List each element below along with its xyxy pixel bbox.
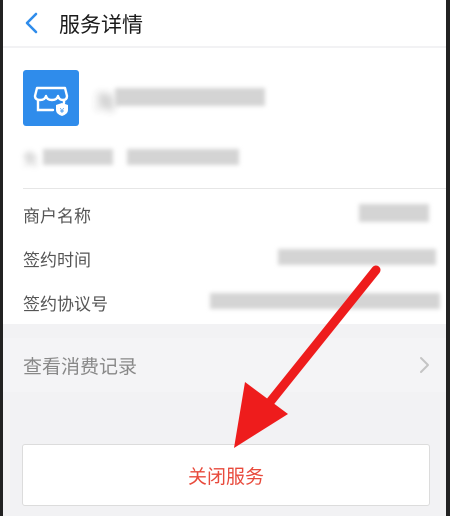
row-value-merchant-name — [359, 204, 429, 222]
merchant-name-redacted — [115, 88, 265, 106]
merchant-name: 淘 — [95, 90, 116, 114]
view-history-label: 查看消费记录 — [23, 356, 138, 378]
chevron-right-icon — [420, 357, 429, 373]
row-label-agreement-no: 签约协议号 — [23, 295, 108, 315]
frame-edge-right — [446, 0, 450, 516]
store-icon: ¥ — [23, 70, 79, 126]
divider — [23, 188, 446, 189]
merchant-subtitle: 免 — [23, 150, 39, 168]
header-bar: 服务详情 — [3, 0, 446, 46]
row-label-sign-time: 签约时间 — [23, 251, 91, 271]
close-service-button[interactable]: 关闭服务 — [22, 444, 430, 506]
row-label-merchant-name: 商户名称 — [23, 207, 91, 227]
service-card: ¥ 淘 免 商户名称 签约时间 签约协议号 — [3, 48, 446, 324]
merchant-subtitle-redacted-2 — [127, 149, 239, 165]
row-value-sign-time — [278, 249, 436, 265]
view-history-row[interactable]: 查看消费记录 — [3, 338, 446, 392]
merchant-subtitle-redacted — [43, 149, 113, 165]
row-value-agreement-no — [210, 293, 440, 309]
svg-text:¥: ¥ — [60, 107, 65, 115]
chevron-left-icon[interactable] — [23, 11, 41, 35]
page-title: 服务详情 — [59, 13, 143, 37]
